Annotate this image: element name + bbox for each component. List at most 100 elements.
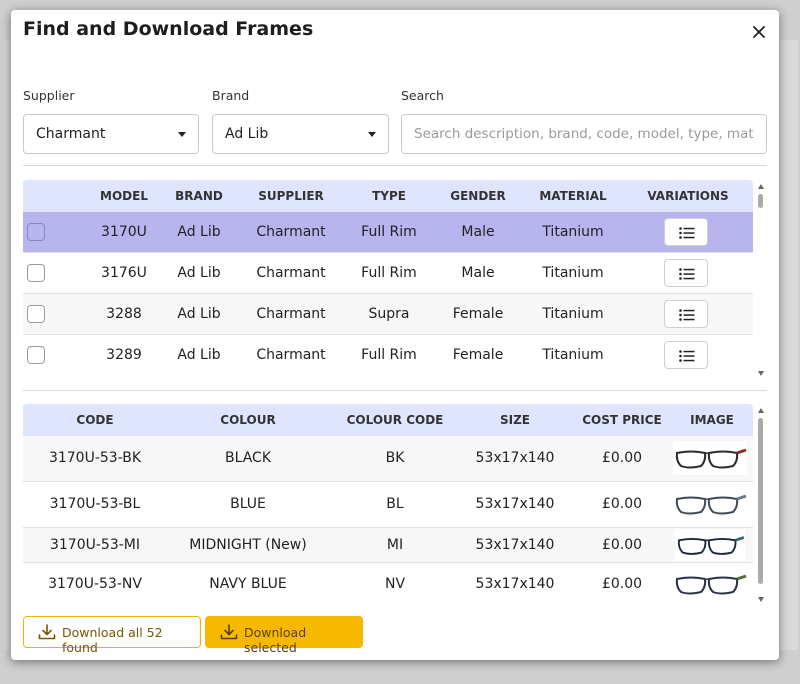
background-panel-right bbox=[780, 40, 798, 650]
models-scrollbar[interactable] bbox=[757, 184, 767, 376]
material-cell: Titanium bbox=[542, 224, 604, 240]
variations-scrollbar[interactable] bbox=[757, 408, 767, 602]
code-cell: 3170U-53-BK bbox=[48, 450, 142, 466]
model-cell: 3170U bbox=[101, 224, 147, 240]
column-header-brand: BRAND bbox=[175, 189, 223, 203]
download-icon bbox=[220, 624, 238, 640]
variations-button[interactable] bbox=[664, 341, 708, 369]
scroll-down-icon[interactable] bbox=[758, 371, 764, 376]
model-cell: 3289 bbox=[106, 347, 142, 363]
scroll-up-icon[interactable] bbox=[758, 184, 764, 189]
variations-button[interactable] bbox=[664, 300, 708, 328]
size-cell: 53x17x140 bbox=[475, 537, 555, 553]
scroll-up-icon[interactable] bbox=[758, 408, 764, 413]
cost-price-cell: £0.00 bbox=[601, 537, 643, 553]
colour-code-cell: NV bbox=[384, 576, 406, 592]
variations-button[interactable] bbox=[664, 259, 708, 287]
frame-image bbox=[673, 487, 747, 521]
size-cell: 53x17x140 bbox=[475, 576, 555, 592]
variations-table: CODE COLOUR COLOUR CODE SIZE COST PRICE … bbox=[23, 404, 753, 602]
column-header-model: MODEL bbox=[100, 189, 148, 203]
supplier-cell: Charmant bbox=[256, 347, 326, 363]
supplier-select-value: Charmant bbox=[36, 126, 106, 142]
type-cell: Full Rim bbox=[361, 224, 417, 240]
model-row[interactable]: 3170U Ad Lib Charmant Full Rim Male Tita… bbox=[23, 212, 753, 253]
list-icon bbox=[679, 227, 695, 239]
material-cell: Titanium bbox=[542, 306, 604, 322]
supplier-cell: Charmant bbox=[256, 306, 326, 322]
colour-code-cell: BK bbox=[385, 450, 405, 466]
download-all-button[interactable]: Download all 52 found bbox=[23, 616, 201, 655]
column-header-gender: GENDER bbox=[450, 189, 506, 203]
cost-price-cell: £0.00 bbox=[601, 576, 643, 592]
gender-cell: Male bbox=[461, 224, 495, 240]
divider bbox=[23, 390, 767, 391]
download-selected-button[interactable]: Download selected bbox=[205, 616, 363, 655]
brand-cell: Ad Lib bbox=[177, 265, 221, 281]
colour-code-cell: BL bbox=[386, 496, 404, 512]
variation-row[interactable]: 3170U-53-BK BLACK BK 53x17x140 £0.00 bbox=[23, 436, 753, 482]
variation-row[interactable]: 3170U-53-BL BLUE BL 53x17x140 £0.00 bbox=[23, 482, 753, 528]
brand-select-value: Ad Lib bbox=[225, 126, 269, 142]
close-button[interactable] bbox=[749, 22, 769, 43]
type-cell: Full Rim bbox=[361, 265, 417, 281]
column-header-supplier: SUPPLIER bbox=[258, 189, 324, 203]
brand-label: Brand bbox=[212, 88, 250, 103]
download-selected-label: Download selected bbox=[244, 625, 307, 655]
models-table-header: MODEL BRAND SUPPLIER TYPE GENDER MATERIA… bbox=[23, 180, 753, 212]
colour-cell: MIDNIGHT (New) bbox=[189, 537, 307, 553]
list-icon bbox=[679, 268, 695, 280]
cost-price-cell: £0.00 bbox=[601, 496, 643, 512]
supplier-cell: Charmant bbox=[256, 265, 326, 281]
close-icon bbox=[753, 26, 765, 38]
colour-code-cell: MI bbox=[386, 537, 404, 553]
divider bbox=[23, 165, 767, 166]
variations-button[interactable] bbox=[664, 218, 708, 246]
gender-cell: Female bbox=[452, 306, 504, 322]
dialog-title: Find and Download Frames bbox=[23, 18, 314, 40]
model-row[interactable]: 3289 Ad Lib Charmant Full Rim Female Tit… bbox=[23, 335, 753, 374]
search-input[interactable] bbox=[401, 114, 767, 154]
model-row[interactable]: 3176U Ad Lib Charmant Full Rim Male Tita… bbox=[23, 253, 753, 294]
model-row[interactable]: 3288 Ad Lib Charmant Supra Female Titani… bbox=[23, 294, 753, 335]
size-cell: 53x17x140 bbox=[475, 450, 555, 466]
variations-table-header: CODE COLOUR COLOUR CODE SIZE COST PRICE … bbox=[23, 404, 753, 436]
supplier-select[interactable]: Charmant bbox=[23, 114, 199, 154]
code-cell: 3170U-53-MI bbox=[49, 537, 140, 553]
column-header-material: MATERIAL bbox=[539, 189, 607, 203]
cost-price-cell: £0.00 bbox=[601, 450, 643, 466]
frame-image bbox=[673, 567, 747, 601]
row-checkbox[interactable] bbox=[27, 223, 45, 241]
code-cell: 3170U-53-BL bbox=[49, 496, 141, 512]
model-cell: 3288 bbox=[106, 306, 142, 322]
column-header-cost-price: COST PRICE bbox=[582, 413, 662, 427]
column-header-type: TYPE bbox=[372, 189, 406, 203]
column-header-code: CODE bbox=[76, 413, 114, 427]
list-icon bbox=[679, 350, 695, 362]
frame-image bbox=[673, 441, 747, 475]
scroll-down-icon[interactable] bbox=[758, 597, 764, 602]
scroll-thumb[interactable] bbox=[758, 418, 763, 584]
column-header-variations: VARIATIONS bbox=[647, 189, 729, 203]
colour-cell: NAVY BLUE bbox=[209, 576, 287, 592]
column-header-colour-code: COLOUR CODE bbox=[346, 413, 444, 427]
supplier-cell: Charmant bbox=[256, 224, 326, 240]
scroll-thumb[interactable] bbox=[758, 194, 763, 208]
find-frames-dialog: Find and Download Frames Supplier Brand … bbox=[11, 10, 779, 660]
colour-cell: BLUE bbox=[230, 496, 266, 512]
list-icon bbox=[679, 309, 695, 321]
material-cell: Titanium bbox=[542, 265, 604, 281]
type-cell: Full Rim bbox=[361, 347, 417, 363]
row-checkbox[interactable] bbox=[27, 305, 45, 323]
row-checkbox[interactable] bbox=[27, 264, 45, 282]
type-cell: Supra bbox=[368, 306, 410, 322]
chevron-down-icon bbox=[368, 132, 376, 137]
column-header-colour: COLOUR bbox=[220, 413, 276, 427]
column-header-size: SIZE bbox=[499, 413, 530, 427]
brand-cell: Ad Lib bbox=[177, 347, 221, 363]
variation-row[interactable]: 3170U-53-NV NAVY BLUE NV 53x17x140 £0.00 bbox=[23, 563, 753, 602]
variation-row[interactable]: 3170U-53-MI MIDNIGHT (New) MI 53x17x140 … bbox=[23, 528, 753, 563]
row-checkbox[interactable] bbox=[27, 346, 45, 364]
brand-select[interactable]: Ad Lib bbox=[212, 114, 389, 154]
size-cell: 53x17x140 bbox=[475, 496, 555, 512]
